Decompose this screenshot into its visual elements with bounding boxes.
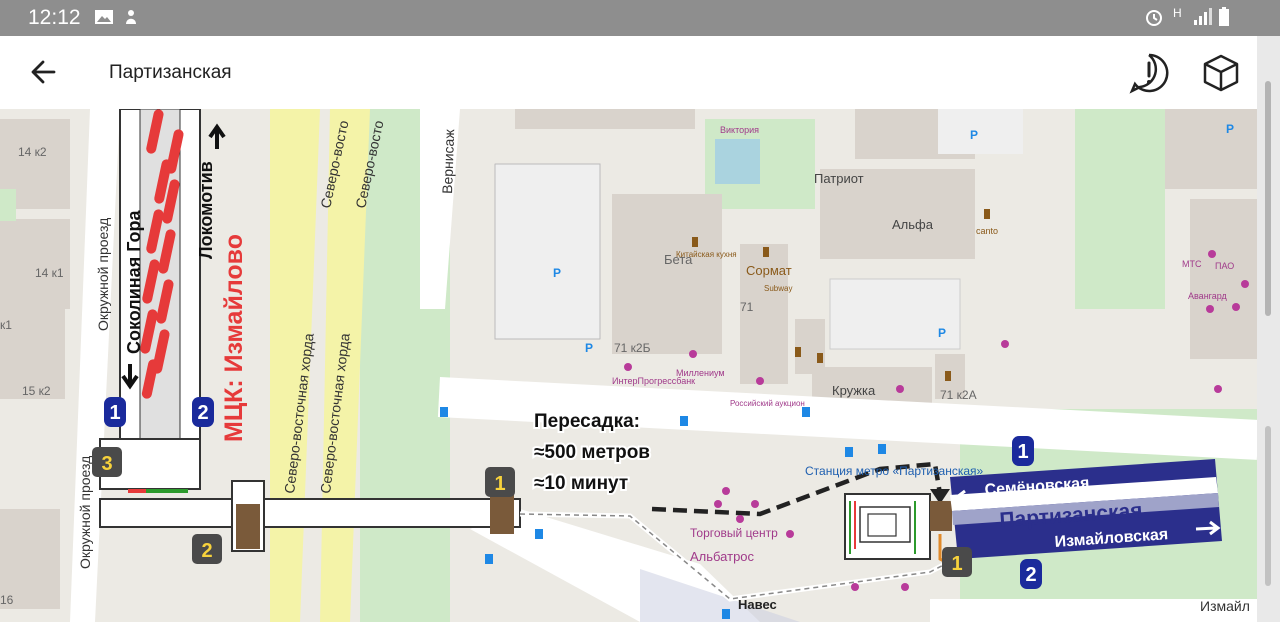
building — [1190, 199, 1257, 359]
building-label: 71 — [740, 300, 754, 314]
building-label: 16 — [0, 593, 14, 607]
transfer-time: ≈10 минут — [534, 473, 628, 494]
cube-icon[interactable] — [1198, 50, 1244, 96]
park-area — [1075, 109, 1165, 309]
platform-number: 2 — [1025, 564, 1036, 586]
transfer-passage — [99, 498, 521, 528]
building-label: Патриот — [814, 171, 864, 186]
poi-label: Виктория — [720, 125, 759, 135]
scrollbar[interactable] — [1257, 36, 1280, 622]
exit-badge-3[interactable]: 3 — [92, 447, 122, 477]
poi-label: Альбатрос — [690, 549, 755, 564]
page-title: Партизанская — [109, 62, 232, 83]
poi-label: Станция метро «Партизанская» — [805, 464, 984, 478]
scrollbar-thumb-secondary[interactable] — [1265, 426, 1271, 586]
status-bar: 12:12 H — [0, 0, 1280, 36]
building-label: 71 к2А — [940, 388, 977, 402]
building-label: к1 — [0, 318, 12, 332]
scrollbar-thumb[interactable] — [1265, 81, 1271, 316]
mck-station-label: МЦК: Измайлово — [220, 234, 248, 442]
arrow-left-icon[interactable] — [22, 50, 66, 94]
poi-label: Торговый центр — [690, 526, 778, 540]
building-beta — [612, 194, 722, 354]
exit-number: 3 — [101, 453, 112, 475]
poi-label: Китайская кухня — [676, 250, 737, 259]
building-label: canto — [976, 226, 998, 236]
building — [795, 319, 825, 374]
pond — [715, 139, 760, 184]
building — [0, 219, 70, 309]
road-label: Окружной проезд — [77, 456, 93, 569]
exit-number: 1 — [951, 553, 962, 575]
poi-label: МТС — [1182, 259, 1202, 269]
transfer-distance: ≈500 метров — [534, 442, 650, 463]
map-view[interactable]: P P P P P 14 к2 14 к1 к1 15 к2 16 Бета 7… — [0, 109, 1257, 622]
building-label: 71 к2Б — [614, 341, 651, 355]
road-label: Вернисаж — [439, 128, 457, 194]
building-label: Сормат — [746, 263, 792, 278]
map-canvas[interactable]: P P P P P 14 к2 14 к1 к1 15 к2 16 Бета 7… — [0, 109, 1257, 622]
mck-track-right-label: Локомотив — [196, 161, 216, 259]
parking-label: P — [1226, 122, 1234, 136]
parking-lot — [494, 163, 601, 340]
transfer-title: Пересадка: — [534, 411, 640, 432]
network-type: H — [1173, 6, 1182, 20]
parking-label: P — [585, 341, 593, 355]
building-label: Альфа — [892, 217, 934, 232]
exclamation-circle-icon[interactable] — [1126, 50, 1172, 96]
poi-label: Subway — [764, 284, 792, 293]
parking-label: P — [970, 128, 978, 142]
poi-label: Российский аукцион — [730, 399, 805, 408]
android-debug-icon — [126, 10, 136, 24]
exit-badge-1-mck[interactable]: 1 — [485, 467, 515, 497]
platform-number: 1 — [1017, 441, 1028, 463]
poi-label: Авангард — [1188, 291, 1228, 301]
battery-icon — [1219, 7, 1229, 26]
building-label: 14 к1 — [35, 266, 64, 280]
road-label: Измайл — [1200, 598, 1250, 614]
building-label: 14 к2 — [18, 145, 47, 159]
building-label: Кружка — [832, 383, 876, 398]
alarm-icon — [1146, 10, 1162, 26]
app-bar: Партизанская — [0, 36, 1280, 109]
road-label: Окружной проезд — [95, 218, 111, 331]
status-time: 12:12 — [28, 6, 81, 29]
track-number: 2 — [197, 402, 208, 424]
poi-label: ПАО — [1215, 261, 1234, 271]
parking-label: P — [553, 266, 561, 280]
exit-number: 2 — [201, 540, 212, 562]
mck-track-left-label: Соколиная Гора — [124, 210, 144, 354]
parking-label: P — [938, 326, 946, 340]
image-icon — [95, 10, 113, 24]
building-label: 15 к2 — [22, 384, 51, 398]
road-label: Навес — [738, 597, 777, 612]
signal-icon — [1194, 8, 1212, 25]
exit-badge-2[interactable]: 2 — [192, 534, 222, 564]
track-number: 1 — [109, 402, 120, 424]
exit-badge-1-metro[interactable]: 1 — [942, 547, 972, 577]
poi-label: Миллениум — [676, 368, 725, 378]
exit-number: 1 — [494, 473, 505, 495]
